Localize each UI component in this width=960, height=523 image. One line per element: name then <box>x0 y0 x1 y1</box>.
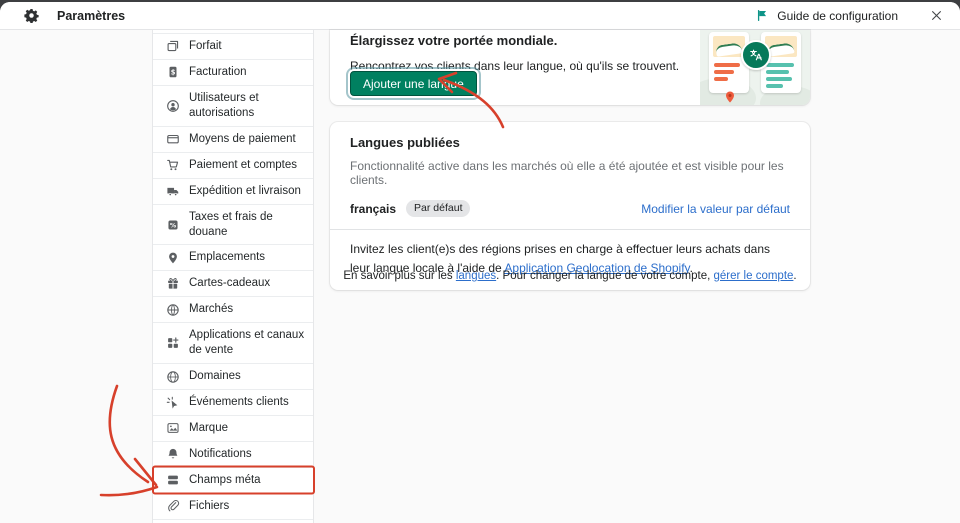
sidebar-item-label: Expédition et livraison <box>189 184 301 197</box>
sidebar-item-cartes-cadeaux[interactable]: Cartes-cadeaux <box>153 271 313 298</box>
sidebar-item-label: Champs méta <box>189 473 261 486</box>
customer-events-icon <box>166 396 180 410</box>
sidebar-item-label: Moyens de paiement <box>189 132 296 145</box>
checkout-icon <box>166 158 180 172</box>
metafields-icon <box>166 473 180 487</box>
sidebar-item-facturation[interactable]: $ Facturation <box>153 60 313 86</box>
notifications-icon <box>166 447 180 461</box>
close-icon <box>930 9 943 22</box>
settings-modal: Paramètres Guide de configuration Forfai… <box>0 2 960 523</box>
sidebar-item-label: Taxes et frais de douane <box>189 210 273 238</box>
published-languages-title: Langues publiées <box>350 135 460 150</box>
brand-icon <box>166 421 180 435</box>
sidebar-item-emplacements[interactable]: Emplacements <box>153 245 313 272</box>
edit-default-link[interactable]: Modifier la valeur par défaut <box>641 202 790 216</box>
sidebar-item-applications-et-canaux-de-vente[interactable]: Applications et canaux de vente <box>153 323 313 365</box>
language-row: français Par défaut Modifier la valeur p… <box>330 200 810 217</box>
payment-methods-icon <box>166 132 180 146</box>
sidebar-item-label: Facturation <box>189 65 247 78</box>
domains-icon <box>166 370 180 384</box>
sidebar-item-label: Marque <box>189 422 228 434</box>
languages-help-link[interactable]: langues <box>456 270 496 282</box>
sidebar-item-label: Fichiers <box>189 499 230 512</box>
sidebar-item-champs-meta[interactable]: Champs méta <box>153 468 313 494</box>
sidebar-item-label: Cartes-cadeaux <box>189 277 271 290</box>
settings-window: Paramètres Guide de configuration Forfai… <box>0 0 960 523</box>
sidebar-item-label: Forfait <box>189 40 222 52</box>
flag-icon <box>756 9 769 22</box>
sidebar-item-marque[interactable]: Marque <box>153 416 313 442</box>
close-button[interactable] <box>926 6 946 26</box>
sidebar-item-paiement-et-comptes[interactable]: Paiement et comptes <box>153 153 313 179</box>
markets-icon <box>166 303 180 317</box>
published-languages-description: Fonctionnalité active dans les marchés o… <box>350 159 784 187</box>
gift-cards-icon <box>166 277 180 291</box>
files-icon <box>166 499 180 513</box>
add-language-button[interactable]: Ajouter une langue <box>350 71 477 96</box>
sidebar-item-label: Domaines <box>189 370 241 383</box>
hero-title: Élargissez votre portée mondiale. <box>350 33 558 48</box>
gear-icon <box>24 8 39 23</box>
plan-icon <box>166 39 180 53</box>
apps-icon <box>166 336 180 350</box>
sidebar-item-fichiers[interactable]: Fichiers <box>153 494 313 520</box>
locations-icon <box>166 251 180 265</box>
setup-guide-label: Guide de configuration <box>777 8 898 23</box>
sidebar-item-evenements-clients[interactable]: Événements clients <box>153 390 313 416</box>
users-icon <box>166 99 180 113</box>
shipping-icon <box>166 184 180 198</box>
sidebar-item-taxes-et-frais-de-douane[interactable]: % Taxes et frais de douane <box>153 205 313 246</box>
published-languages-card: Langues publiées Fonctionnalité active d… <box>330 122 810 291</box>
language-name: français <box>350 201 397 216</box>
svg-text:$: $ <box>171 69 176 77</box>
page-footer: En savoir plus sur les langues. Pour cha… <box>330 270 810 282</box>
sidebar-item-domaines[interactable]: Domaines <box>153 364 313 391</box>
expand-reach-card: Élargissez votre portée mondiale. Rencon… <box>330 30 810 105</box>
topbar: Paramètres Guide de configuration <box>0 2 960 30</box>
default-badge: Par défaut <box>406 200 471 217</box>
footer-text: . <box>793 270 797 282</box>
footer-text: . Pour changer la langue de votre compte… <box>496 270 714 282</box>
languages-illustration <box>700 30 810 105</box>
taxes-icon: % <box>166 218 180 232</box>
footer-text: En savoir plus sur les <box>343 270 456 282</box>
translate-badge-icon <box>741 40 771 70</box>
sidebar-item-label: Utilisateurs et autorisations <box>189 91 259 119</box>
map-pin-icon <box>725 90 735 105</box>
sidebar-item-utilisateurs-et-autorisations[interactable]: Utilisateurs et autorisations <box>153 86 313 127</box>
sidebar-item-marches[interactable]: Marchés <box>153 297 313 324</box>
sidebar-item-label: Notifications <box>189 447 252 460</box>
sidebar-item-label: Applications et canaux de vente <box>189 329 305 357</box>
manage-account-link[interactable]: gérer le compte <box>714 270 794 282</box>
sidebar-item-label: Paiement et comptes <box>189 158 298 171</box>
setup-guide-button[interactable]: Guide de configuration <box>750 5 904 27</box>
sidebar-item-forfait[interactable]: Forfait <box>153 34 313 60</box>
page-title: Paramètres <box>57 8 126 23</box>
sidebar-item-label: Événements clients <box>189 396 289 409</box>
sidebar-item-label: Marchés <box>189 303 234 316</box>
sidebar-item-notifications[interactable]: Notifications <box>153 442 313 468</box>
svg-text:%: % <box>170 222 177 229</box>
sidebar-item-expedition-et-livraison[interactable]: Expédition et livraison <box>153 179 313 205</box>
billing-icon: $ <box>166 65 180 79</box>
settings-sidebar: Forfait $ Facturation Utilisateurs et autor… <box>152 30 314 523</box>
sidebar-item-label: Emplacements <box>189 251 266 264</box>
sidebar-item-moyens-de-paiement[interactable]: Moyens de paiement <box>153 127 313 153</box>
